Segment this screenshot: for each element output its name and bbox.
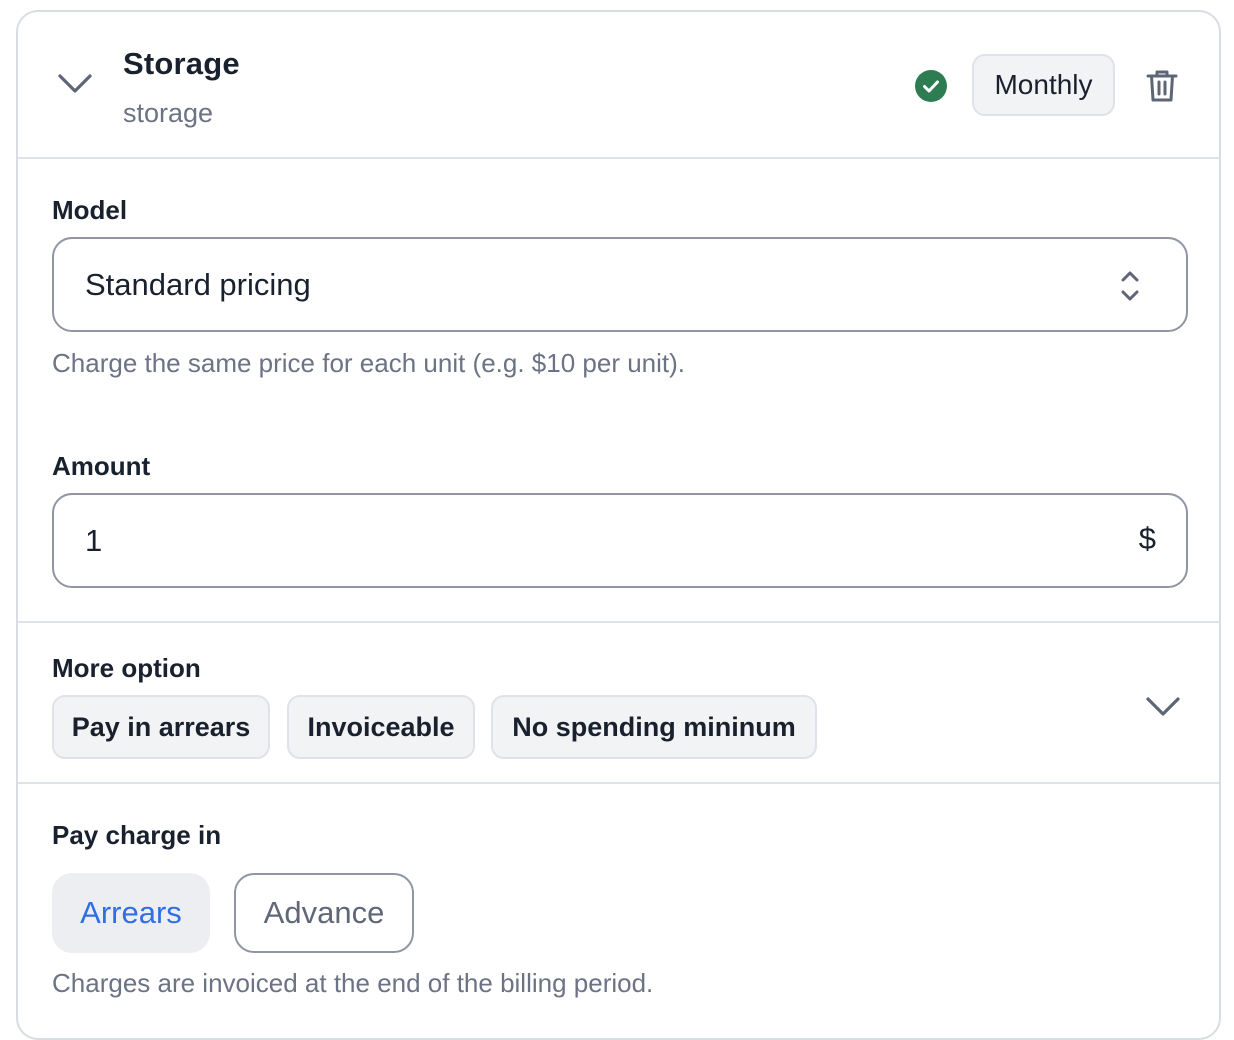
amount-input-value: 1 xyxy=(85,523,103,558)
select-arrows-icon xyxy=(1118,267,1142,305)
more-options-label: More option xyxy=(52,653,201,683)
pay-option-advance[interactable]: Advance xyxy=(234,873,414,953)
option-chip-pay-in-arrears[interactable]: Pay in arrears xyxy=(52,695,270,759)
amount-input[interactable]: 1 $ xyxy=(52,493,1188,588)
model-select-value: Standard pricing xyxy=(85,267,311,302)
option-chip-no-spending-minimum[interactable]: No spending mininum xyxy=(491,695,817,759)
charge-card: Storage storage Monthly Model Standard p… xyxy=(16,10,1221,1040)
pay-option-arrears[interactable]: Arrears xyxy=(52,873,210,953)
interval-badge[interactable]: Monthly xyxy=(972,54,1115,116)
model-select[interactable]: Standard pricing xyxy=(52,237,1188,332)
chevron-down-icon[interactable] xyxy=(1144,693,1182,723)
option-chip-invoiceable[interactable]: Invoiceable xyxy=(287,695,475,759)
pricing-section: Model Standard pricing Charge the same p… xyxy=(18,159,1219,623)
model-label: Model xyxy=(52,195,128,225)
charge-title: Storage xyxy=(123,46,240,81)
model-helper-text: Charge the same price for each unit (e.g… xyxy=(52,348,686,378)
charge-header: Storage storage Monthly xyxy=(18,12,1219,159)
charge-code: storage xyxy=(123,98,214,128)
trash-icon[interactable] xyxy=(1146,68,1178,104)
pay-charge-section: Pay charge in Arrears Advance Charges ar… xyxy=(18,784,1219,1038)
collapse-chevron-icon[interactable] xyxy=(56,70,94,100)
currency-symbol: $ xyxy=(1138,521,1156,556)
pay-charge-helper-text: Charges are invoiced at the end of the b… xyxy=(52,968,654,998)
more-options-section: More option Pay in arrears Invoiceable N… xyxy=(18,623,1219,784)
pay-charge-label: Pay charge in xyxy=(52,820,222,850)
amount-label: Amount xyxy=(52,451,151,481)
check-circle-icon xyxy=(915,70,947,102)
